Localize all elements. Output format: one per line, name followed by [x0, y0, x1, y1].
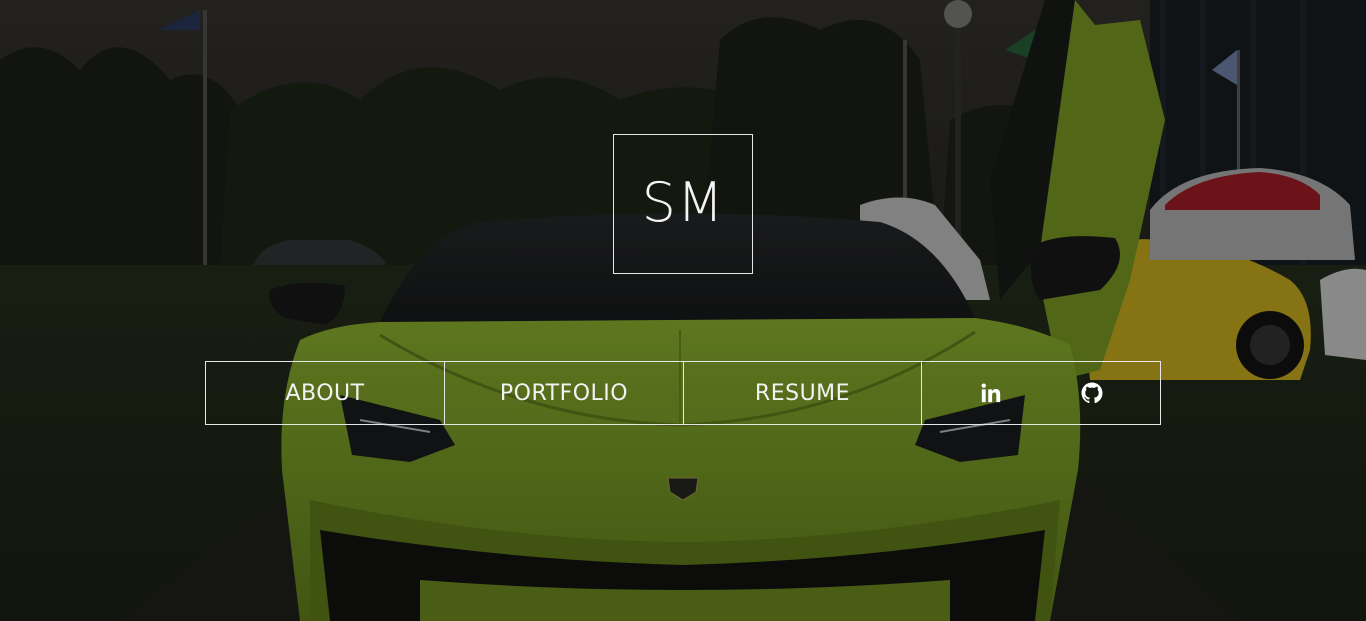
nav-about[interactable]: ABOUT	[206, 362, 445, 424]
logo[interactable]: SM	[613, 134, 753, 274]
github-link[interactable]	[1078, 379, 1106, 407]
logo-text: SM	[641, 170, 725, 234]
nav-portfolio-label: PORTFOLIO	[499, 380, 629, 406]
github-icon	[1081, 382, 1102, 404]
nav-portfolio[interactable]: PORTFOLIO	[445, 362, 684, 424]
social-links	[922, 362, 1160, 424]
linkedin-icon	[981, 383, 1000, 403]
nav-about-label: ABOUT	[285, 380, 365, 406]
main-nav: ABOUT PORTFOLIO RESUME	[205, 361, 1161, 425]
nav-resume-label: RESUME	[754, 380, 851, 406]
nav-resume[interactable]: RESUME	[684, 362, 922, 424]
linkedin-link[interactable]	[977, 379, 1005, 407]
hero-section: SM ABOUT PORTFOLIO RESUME	[0, 0, 1366, 621]
dark-overlay	[0, 0, 1366, 621]
